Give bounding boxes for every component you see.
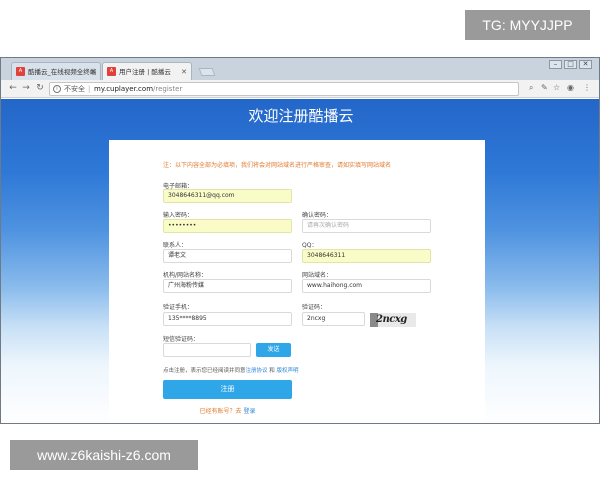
register-form-card: 注：以下内容全部为必填项，我们将会对网站域名进行严格审查，请如实填写网站域名 电… — [109, 140, 485, 423]
terms-link[interactable]: 注册协议 — [246, 368, 268, 374]
security-indicator[interactable]: 不安全 — [64, 83, 85, 95]
screenshot-stage: TG: MYYJJPP A 酷播云_在线视频全终端 ✕ A 用户注册 | 酷播云… — [0, 0, 600, 480]
email-field[interactable]: 3048646311@qq.com — [163, 189, 292, 203]
new-tab-button[interactable] — [198, 68, 216, 76]
forward-arrow-icon[interactable]: → — [20, 82, 32, 95]
favicon-icon: A — [107, 67, 116, 76]
agreement-and: 和 — [269, 368, 275, 374]
minimize-icon[interactable]: – — [549, 60, 562, 69]
sms-code-label: 短信验证码： — [163, 336, 200, 343]
domain-field[interactable]: www.haihong.com — [302, 279, 431, 293]
captcha-image[interactable]: 2ncxg — [370, 313, 416, 327]
url-path: /register — [153, 85, 183, 93]
back-arrow-icon[interactable]: ← — [7, 82, 19, 95]
password-field[interactable]: •••••••• — [163, 219, 292, 233]
browser-window: A 酷播云_在线视频全终端 ✕ A 用户注册 | 酷播云 ✕ – □ ✕ ← →… — [0, 57, 600, 424]
shield-icon[interactable]: ◉ — [567, 83, 574, 92]
phone-label: 验证手机： — [163, 304, 194, 311]
search-icon[interactable]: ⌕ — [529, 83, 533, 93]
login-link[interactable]: 登录 — [243, 408, 255, 415]
password-label: 输入密码： — [163, 212, 194, 219]
menu-icon[interactable]: ⋮ — [583, 83, 591, 92]
login-prompt: 已经有账号？去 登录 — [163, 406, 292, 415]
send-sms-button[interactable]: 发送 — [256, 343, 291, 357]
agreement-prefix: 点击注册，表示您已经阅读并同意 — [163, 368, 246, 374]
star-icon[interactable]: ☆ — [553, 83, 560, 92]
favicon-icon: A — [16, 67, 25, 76]
org-field[interactable]: 广州海粉传媒 — [163, 279, 292, 293]
qq-field[interactable]: 3048646311 — [302, 249, 431, 263]
maximize-icon[interactable]: □ — [564, 60, 577, 69]
extension-icon[interactable]: ✎ — [541, 83, 548, 92]
close-icon[interactable]: ✕ — [181, 63, 187, 80]
tab-label: 酷播云_在线视频全终端 — [28, 68, 97, 76]
tab-label: 用户注册 | 酷播云 — [119, 68, 171, 76]
browser-toolbar: ← → ↻ i 不安全 | my.cuplayer.com/register ⌕… — [1, 80, 599, 98]
reload-icon[interactable]: ↻ — [34, 82, 46, 95]
info-icon[interactable]: i — [53, 85, 61, 93]
tab-cuplayer-home[interactable]: A 酷播云_在线视频全终端 ✕ — [11, 62, 101, 80]
login-prefix: 已经有账号？去 — [199, 408, 242, 415]
tab-register[interactable]: A 用户注册 | 酷播云 ✕ — [102, 62, 192, 80]
captcha-image-text: 2ncxg — [376, 314, 407, 325]
captcha-field[interactable]: 2ncxg — [302, 312, 365, 326]
copyright-link[interactable]: 版权声明 — [277, 368, 299, 374]
page-viewport: 欢迎注册酷播云 注：以下内容全部为必填项，我们将会对网站域名进行严格审查，请如实… — [1, 99, 599, 423]
url-separator: | — [88, 85, 91, 93]
tab-strip: A 酷播云_在线视频全终端 ✕ A 用户注册 | 酷播云 ✕ – □ ✕ — [1, 58, 599, 80]
agreement-text: 点击注册，表示您已经阅读并同意注册协议 和 版权声明 — [163, 366, 299, 374]
confirm-password-label: 确认密码： — [302, 212, 333, 219]
url-text: my.cuplayer.com/register — [94, 83, 182, 95]
contact-field[interactable]: 谭老文 — [163, 249, 292, 263]
domain-label: 网站域名： — [302, 272, 333, 279]
url-host: my.cuplayer.com — [94, 85, 154, 93]
phone-field[interactable]: 135****8895 — [163, 312, 292, 326]
qq-label: QQ： — [302, 242, 318, 249]
window-close-icon[interactable]: ✕ — [579, 60, 592, 69]
watermark-bottom: www.z6kaishi-z6.com — [10, 440, 198, 470]
close-icon[interactable]: ✕ — [90, 63, 96, 80]
register-button[interactable]: 注册 — [163, 380, 292, 399]
page-title: 欢迎注册酷播云 — [248, 107, 354, 125]
watermark-top: TG: MYYJJPP — [465, 10, 590, 40]
sms-code-field[interactable] — [163, 343, 251, 357]
confirm-password-field[interactable]: 请再次确认密码 — [302, 219, 431, 233]
address-bar[interactable]: i 不安全 | my.cuplayer.com/register — [49, 82, 519, 96]
contact-label: 联系人： — [163, 242, 188, 249]
org-label: 机构/网站名称： — [163, 272, 208, 279]
captcha-label: 验证码： — [302, 304, 327, 311]
form-notice: 注：以下内容全部为必填项，我们将会对网站域名进行严格审查，请如实填写网站域名 — [163, 162, 392, 169]
